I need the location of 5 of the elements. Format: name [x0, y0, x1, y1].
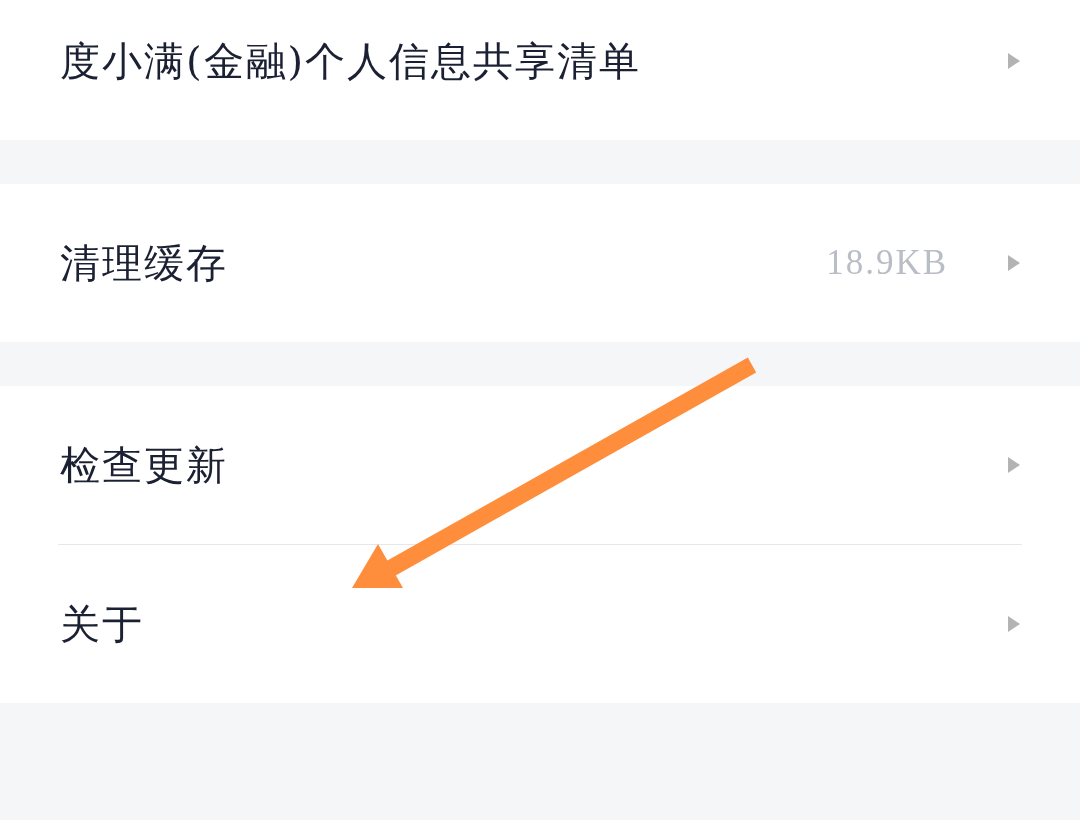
- caret-right-icon: [1008, 255, 1020, 271]
- caret-right-icon: [1008, 53, 1020, 69]
- value-text: 18.9KB: [826, 243, 948, 283]
- caret-right-icon: [1008, 616, 1020, 632]
- caret-right-icon: [1008, 457, 1020, 473]
